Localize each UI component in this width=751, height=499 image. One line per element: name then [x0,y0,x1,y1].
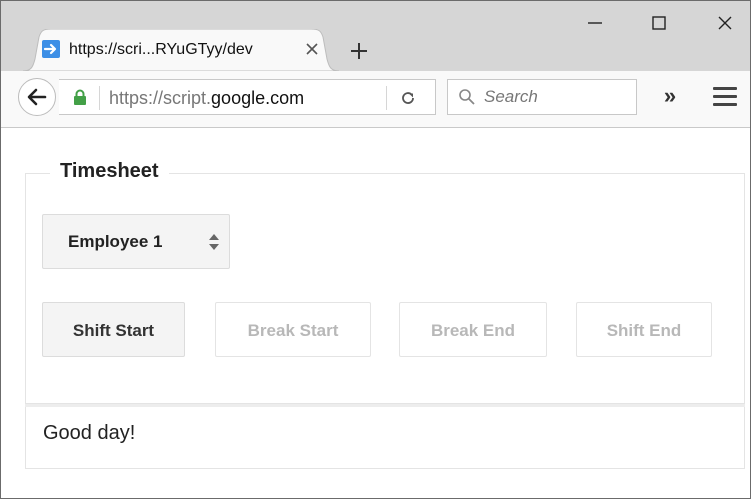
search-icon [458,88,476,106]
message-box: Good day! [25,407,745,469]
hamburger-menu-icon[interactable] [713,87,737,107]
page-content: Timesheet Employee 1 Shift Start Break S… [1,128,750,498]
timesheet-fieldset: Timesheet Employee 1 Shift Start Break S… [25,160,745,404]
tab-close-icon[interactable] [302,39,322,59]
url-bar[interactable]: https://script.google.com [59,79,436,115]
url-text[interactable]: https://script.google.com [109,88,349,109]
timesheet-legend: Timesheet [50,160,169,183]
back-arrow-icon [27,88,47,106]
tab-strip: https://scri...RYuGTyy/dev [1,1,750,71]
url-domain: google.com [211,88,305,108]
toolbar-overflow-chevron-icon[interactable]: » [657,85,683,109]
maximize-icon[interactable] [649,13,669,33]
status-message: Good day! [43,422,136,444]
search-input[interactable] [484,86,624,108]
tab-title: https://scri...RYuGTyy/dev [69,41,253,58]
employee-select[interactable]: Employee 1 [42,214,230,269]
shift-start-button[interactable]: Shift Start [42,302,185,357]
apps-script-arrow-icon [42,40,60,58]
break-end-button[interactable]: Break End [399,302,547,357]
url-prefix: https://script. [109,88,212,108]
url-separator-2 [386,86,387,110]
search-bar[interactable] [447,79,637,115]
shift-end-button[interactable]: Shift End [576,302,712,357]
url-separator [99,86,100,110]
lock-icon [73,89,87,105]
back-button[interactable] [18,78,56,116]
select-updown-arrows-icon [207,231,221,253]
browser-tab[interactable]: https://scri...RYuGTyy/dev [23,29,339,71]
close-icon[interactable] [715,13,735,33]
browser-window: https://scri...RYuGTyy/dev https://scrip… [0,0,751,499]
minimize-icon[interactable] [585,13,605,33]
reload-icon[interactable] [398,88,418,108]
break-start-button[interactable]: Break Start [215,302,371,357]
new-tab-plus-icon[interactable] [347,39,371,63]
employee-select-value: Employee 1 [68,232,163,251]
navigation-bar: https://script.google.com Search » [1,71,750,128]
